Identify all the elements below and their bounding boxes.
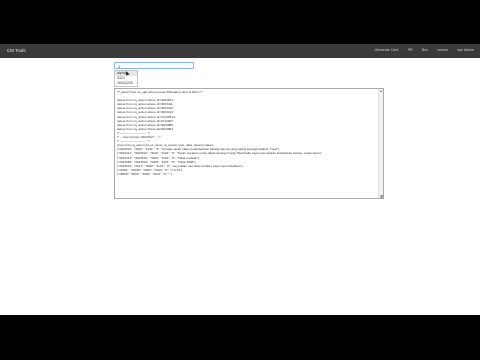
- nav-link-pr[interactable]: PR: [408, 48, 413, 52]
- app-page: CM Tools Generate Card · PR · Brix · sou…: [0, 44, 480, 315]
- nav-link-source[interactable]: source: [437, 48, 448, 52]
- dropdown-item[interactable]: 16431230: [115, 81, 137, 86]
- brand-title[interactable]: CM Tools: [7, 48, 26, 53]
- nav-link-admin[interactable]: spe Admin: [457, 48, 474, 52]
- nav-link-generate-card[interactable]: Generate Card: [375, 48, 399, 52]
- top-navbar: CM Tools Generate Card · PR · Brix · sou…: [0, 44, 480, 58]
- scroll-up-icon[interactable]: [379, 90, 382, 92]
- nav-link-brix[interactable]: Brix: [422, 48, 428, 52]
- nav-links: Generate Card · PR · Brix · source · spe…: [374, 48, 474, 52]
- sql-editor[interactable]: /** select from cq_ujar where name='Dike…: [114, 88, 384, 199]
- sql-editor-content[interactable]: /** select from cq_ujar where name='Dike…: [117, 90, 377, 176]
- editor-scrollbar[interactable]: [378, 89, 383, 198]
- search-box[interactable]: [114, 62, 194, 69]
- search-input[interactable]: [118, 63, 188, 69]
- resize-grip-icon[interactable]: [380, 195, 383, 198]
